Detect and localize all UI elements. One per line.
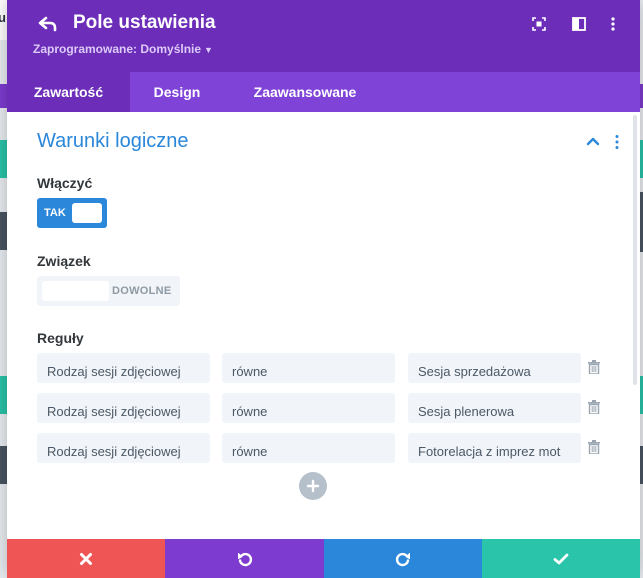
redo-button[interactable] (324, 539, 482, 578)
redo-icon (395, 552, 410, 566)
toggle-knob (42, 281, 109, 301)
rule-field-select[interactable]: Rodzaj sesji zdjęciowej (37, 433, 210, 463)
sidebar-layout-icon[interactable] (571, 16, 587, 32)
undo-button[interactable] (165, 539, 324, 578)
enable-toggle-value: TAK (44, 207, 66, 219)
rule-field-select[interactable]: Rodzaj sesji zdjęciowej (37, 353, 210, 383)
rules-label: Reguły (37, 330, 84, 346)
trash-icon[interactable] (588, 440, 600, 455)
section-title[interactable]: Warunki logiczne (37, 130, 189, 153)
enable-toggle[interactable]: TAK (37, 198, 107, 228)
rule-value-text: Fotorelacja z imprez mot (418, 444, 561, 459)
plus-icon (306, 479, 320, 493)
check-icon (553, 553, 569, 564)
rule-condition-value: równe (232, 444, 268, 459)
relation-toggle[interactable]: DOWOLNE (37, 276, 180, 306)
background-strip (0, 376, 7, 414)
section-more-icon[interactable] (612, 134, 622, 150)
rule-value-text: Sesja plenerowa (418, 404, 515, 419)
add-rule-button[interactable] (299, 472, 327, 500)
discard-button[interactable] (7, 539, 165, 578)
scrollbar[interactable] (633, 115, 637, 385)
toggle-knob (72, 203, 102, 223)
tab-content[interactable]: Zawartość (7, 72, 130, 112)
save-button[interactable] (482, 539, 640, 578)
rule-value-select[interactable]: Fotorelacja z imprez mot (408, 433, 581, 463)
expand-icon[interactable] (531, 16, 547, 32)
rule-condition-select[interactable]: równe (222, 353, 395, 383)
background-page-text: u (0, 10, 6, 25)
tab-advanced[interactable]: Zaawansowane (240, 72, 370, 112)
modal-footer (7, 539, 640, 578)
rule-condition-value: równe (232, 364, 268, 379)
trash-icon[interactable] (588, 400, 600, 415)
caret-down-icon: ▼ (204, 45, 213, 55)
settings-modal: Pole ustawienia Zaprogramowane: Domyślni… (7, 0, 640, 578)
modal-title: Pole ustawienia (73, 12, 216, 33)
rule-value-select[interactable]: Sesja sprzedażowa (408, 353, 581, 383)
preset-label: Zaprogramowane: Domyślnie (33, 42, 202, 56)
undo-icon (237, 552, 252, 566)
preset-dropdown[interactable]: Zaprogramowane: Domyślnie ▼ (33, 42, 213, 56)
close-icon (80, 552, 92, 565)
rule-field-value: Rodzaj sesji zdjęciowej (47, 364, 181, 379)
tab-bar: Zawartość Design Zaawansowane (7, 72, 640, 112)
rule-value-select[interactable]: Sesja plenerowa (408, 393, 581, 423)
tab-design[interactable]: Design (137, 72, 217, 112)
rule-condition-select[interactable]: równe (222, 393, 395, 423)
modal-header: Pole ustawienia Zaprogramowane: Domyślni… (7, 0, 640, 72)
relation-label: Związek (37, 253, 91, 269)
background-strip (0, 140, 7, 178)
chevron-up-icon[interactable] (585, 134, 601, 148)
rule-value-text: Sesja sprzedażowa (418, 364, 531, 379)
rule-field-value: Rodzaj sesji zdjęciowej (47, 444, 181, 459)
background-strip (0, 212, 7, 250)
trash-icon[interactable] (588, 360, 600, 375)
background-page-corner: u (0, 0, 7, 40)
modal-content: Warunki logiczne Włączyć TAK Związek DOW… (7, 112, 640, 539)
background-strip (0, 84, 7, 108)
enable-label: Włączyć (37, 175, 93, 191)
more-vertical-icon[interactable] (605, 16, 621, 32)
rule-condition-value: równe (232, 404, 268, 419)
rule-field-select[interactable]: Rodzaj sesji zdjęciowej (37, 393, 210, 423)
relation-toggle-value: DOWOLNE (112, 285, 172, 297)
background-strip (0, 446, 7, 484)
rule-condition-select[interactable]: równe (222, 433, 395, 463)
back-icon[interactable] (38, 14, 58, 34)
rule-field-value: Rodzaj sesji zdjęciowej (47, 404, 181, 419)
